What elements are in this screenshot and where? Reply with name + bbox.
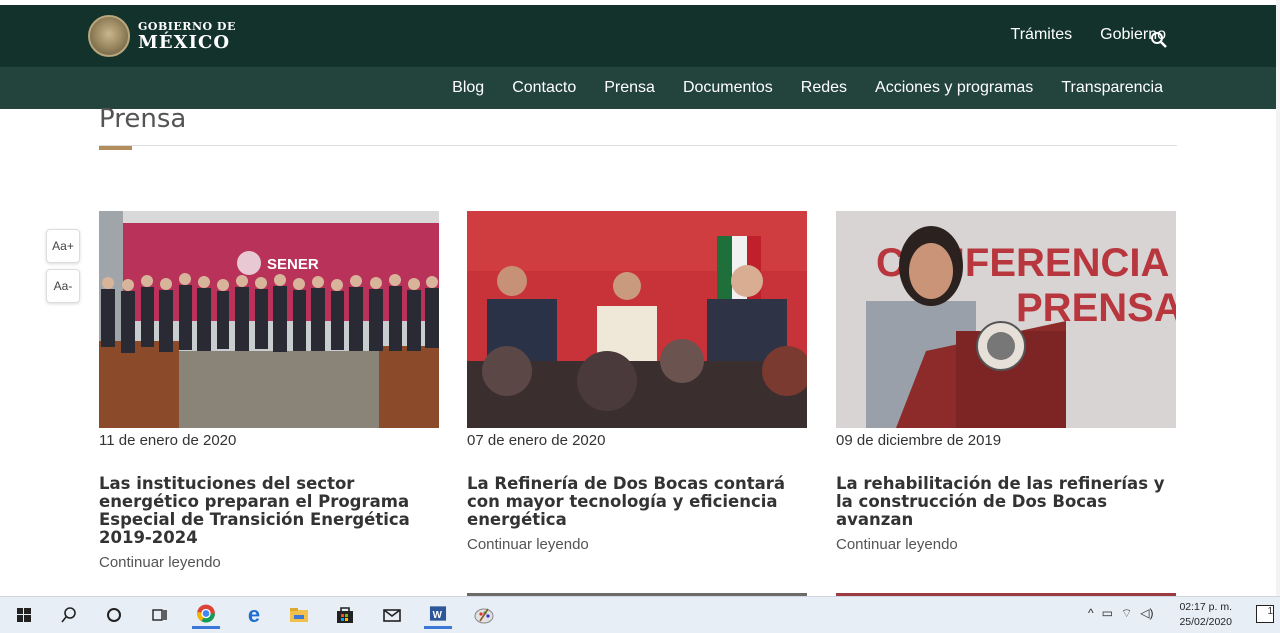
news-date-3: 09 de diciembre de 2019: [836, 432, 1002, 449]
cortana-icon[interactable]: [100, 601, 128, 629]
top-header: GOBIERNO DE MÉXICO Trámites Gobierno: [0, 5, 1276, 67]
nav-blog[interactable]: Blog: [452, 79, 484, 97]
news-title-2[interactable]: La Refinería de Dos Bocas contará con ma…: [467, 475, 807, 529]
title-accent-bar: [99, 146, 132, 150]
title-divider: [99, 145, 1177, 146]
font-increase-button[interactable]: Aa+: [46, 229, 80, 263]
wifi-icon[interactable]: ⌔: [1121, 606, 1132, 621]
top-link-tramites[interactable]: Trámites: [1011, 26, 1073, 44]
nav-contacto[interactable]: Contacto: [512, 79, 576, 97]
conference-banner-line2: PRENSA: [1016, 286, 1176, 330]
news-date-2: 07 de enero de 2020: [467, 432, 606, 449]
clock[interactable]: 02:17 p. m. 25/02/2020: [1179, 600, 1232, 630]
nav-acciones[interactable]: Acciones y programas: [875, 79, 1033, 97]
news-card-2: 07 de enero de 2020 La Refinería de Dos …: [467, 211, 807, 529]
windows-taskbar: e W ^ ▭ ⌔ ◁) 02:17 p. m. 25/02/2020 1: [0, 596, 1280, 633]
paint-icon[interactable]: [470, 601, 498, 629]
gobierno-logo[interactable]: GOBIERNO DE MÉXICO: [88, 15, 236, 57]
volume-icon[interactable]: ◁): [1140, 606, 1153, 621]
news-date-1: 11 de enero de 2020: [99, 432, 237, 449]
svg-text:W: W: [433, 610, 443, 621]
logo-line1: GOBIERNO DE: [138, 19, 236, 33]
main-nav: Blog Contacto Prensa Documentos Redes Ac…: [0, 67, 1276, 109]
page-title: Prensa: [99, 104, 187, 134]
read-more-link-3[interactable]: Continuar leyendo: [836, 536, 958, 553]
news-image-1[interactable]: SENER: [99, 211, 439, 428]
nav-redes[interactable]: Redes: [801, 79, 847, 97]
battery-icon[interactable]: ▭: [1102, 606, 1113, 621]
nav-prensa[interactable]: Prensa: [604, 79, 655, 97]
read-more-link-1[interactable]: Continuar leyendo: [99, 554, 221, 571]
national-seal-icon: [88, 15, 130, 57]
news-image-3[interactable]: CONFERENCIA PRENSA: [836, 211, 1176, 428]
news-image-2[interactable]: [467, 211, 807, 428]
clock-date: 25/02/2020: [1179, 616, 1232, 628]
chevron-up-icon[interactable]: ^: [1088, 606, 1094, 621]
system-tray: ^ ▭ ⌔ ◁): [1088, 606, 1154, 621]
news-title-3[interactable]: La rehabilitación de las refinerías y la…: [836, 475, 1176, 529]
news-title-1[interactable]: Las instituciones del sector energético …: [99, 475, 439, 547]
task-view-icon[interactable]: [145, 601, 173, 629]
windows-start-icon[interactable]: [10, 601, 38, 629]
news-card-1: SENER 11 de enero de 2020 Las institucio: [99, 211, 439, 547]
page-scrollbar[interactable]: [1276, 0, 1280, 596]
chrome-icon[interactable]: [192, 601, 220, 629]
font-decrease-button[interactable]: Aa-: [46, 269, 80, 303]
read-more-link-2[interactable]: Continuar leyendo: [467, 536, 589, 553]
nav-documentos[interactable]: Documentos: [683, 79, 773, 97]
notification-count: 1: [1267, 606, 1273, 617]
word-icon[interactable]: W: [424, 601, 452, 629]
store-icon[interactable]: [331, 601, 359, 629]
notification-center-icon[interactable]: 1: [1256, 605, 1274, 623]
sener-sign-text: SENER: [267, 256, 319, 273]
search-icon[interactable]: [55, 601, 83, 629]
nav-transparencia[interactable]: Transparencia: [1061, 79, 1163, 97]
file-explorer-icon[interactable]: [285, 601, 313, 629]
edge-icon[interactable]: e: [240, 601, 268, 629]
clock-time: 02:17 p. m.: [1179, 601, 1232, 613]
search-icon[interactable]: [1150, 31, 1168, 49]
mail-icon[interactable]: [378, 601, 406, 629]
news-card-3: CONFERENCIA PRENSA 09 de diciembre de 20…: [836, 211, 1176, 529]
logo-line2: MÉXICO: [138, 31, 231, 53]
